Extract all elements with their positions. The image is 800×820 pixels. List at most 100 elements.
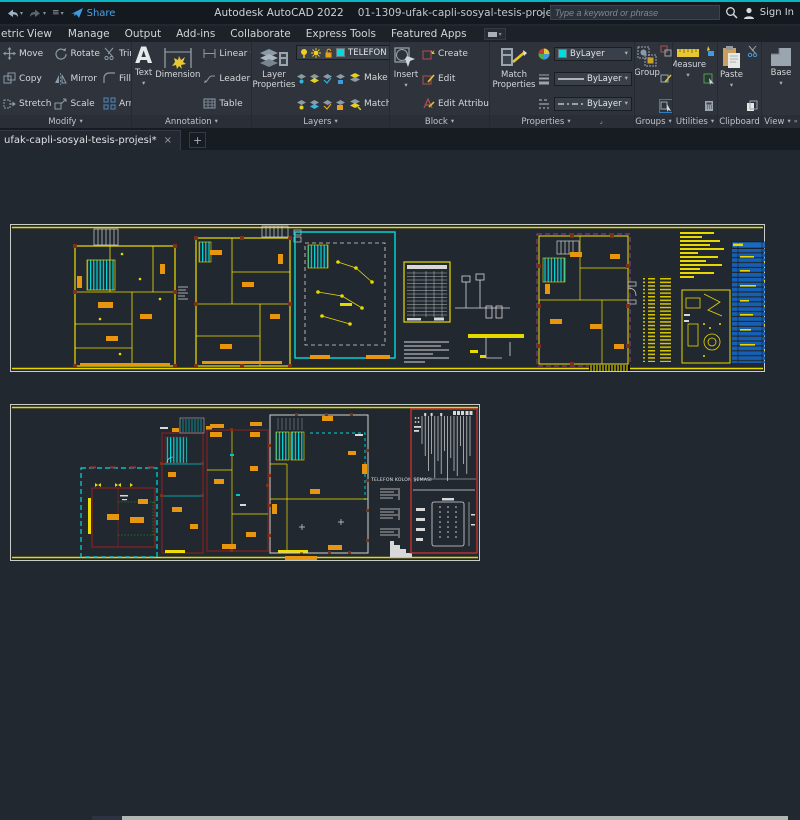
fillet-button[interactable]: Fillet▾ — [103, 70, 131, 87]
new-tab-button[interactable]: + — [189, 132, 206, 148]
leader-label: Leader — [219, 74, 250, 84]
text-button[interactable]: A Text ▾ — [135, 44, 152, 113]
ribbon-display-toggle[interactable]: ▾ — [484, 28, 506, 40]
group-edit-icon[interactable] — [660, 73, 672, 85]
tab-add-ins[interactable]: Add-ins — [175, 26, 216, 42]
modify-panel-caret-icon: ▾ — [79, 118, 82, 125]
group-selection-toggle-icon[interactable] — [660, 100, 672, 112]
create-block-button[interactable]: Create — [422, 45, 489, 62]
copy-clip-icon[interactable] — [746, 100, 759, 112]
ribbon-toggle-icon — [488, 31, 497, 38]
properties-panel-caret-icon: ▾ — [567, 118, 570, 125]
layer-thaw-icon — [311, 48, 321, 58]
search-icon[interactable] — [725, 6, 738, 19]
redo-caret-icon: ▾ — [43, 10, 46, 17]
block-panel-label[interactable]: Block▾ — [390, 115, 489, 128]
base-button[interactable]: Base ▾ — [767, 44, 795, 113]
tab-express-tools[interactable]: Express Tools — [305, 26, 377, 42]
ungroup-icon[interactable] — [660, 45, 672, 57]
share-button[interactable]: Share — [68, 6, 118, 20]
match-properties-button[interactable]: Match Properties — [493, 44, 535, 113]
lineweight-row: ByLayer▾ — [538, 70, 632, 87]
lineweight-dropdown[interactable]: ByLayer▾ — [554, 72, 632, 86]
paste-button[interactable]: Paste ▾ — [720, 44, 743, 113]
copy-button[interactable]: Copy — [3, 70, 51, 87]
clipboard-panel-label[interactable]: Clipboard — [718, 115, 761, 128]
make-current-button[interactable]: Make Current — [296, 69, 389, 86]
insert-button[interactable]: Insert ▾ — [393, 44, 419, 113]
layers-panel-label[interactable]: Layers▾ — [252, 115, 389, 128]
utilities-panel-label[interactable]: Utilities▾ — [673, 115, 717, 128]
mirror-icon — [54, 72, 67, 85]
modify-panel-label[interactable]: Modify▾ — [0, 115, 131, 128]
stretch-icon — [3, 97, 16, 110]
table-button[interactable]: Table — [203, 95, 251, 112]
measure-button[interactable]: Measure ▾ — [675, 44, 701, 113]
search-input[interactable] — [550, 5, 720, 20]
layer-dropdown[interactable]: TELEFON ▾ — [296, 45, 389, 60]
tab-view[interactable]: View — [26, 26, 53, 42]
layer-state-icon — [335, 72, 346, 84]
linetype-dropdown[interactable]: ByLayer▾ — [554, 97, 632, 111]
linear-button[interactable]: Linear▾ — [203, 45, 251, 62]
quick-select-icon[interactable] — [703, 73, 715, 85]
lineweight-value: ByLayer — [587, 74, 622, 84]
cut-icon[interactable] — [746, 45, 759, 57]
title-bar: ▾ ▾ ≡ ▾ Share Autodesk AutoCAD 202201-13… — [0, 0, 800, 24]
file-tab-close-icon[interactable]: × — [164, 135, 172, 146]
scale-button[interactable]: Scale — [54, 95, 99, 112]
drawing-canvas[interactable]: TELEFON KOLON ŞEMASI — [0, 150, 800, 820]
undo-caret-icon: ▾ — [20, 10, 23, 17]
base-caret-icon: ▾ — [779, 80, 782, 87]
tab-collaborate[interactable]: Collaborate — [229, 26, 291, 42]
tab-output[interactable]: Output — [124, 26, 162, 42]
terminal-block-detail — [416, 498, 475, 546]
measure-caret-icon: ▾ — [686, 72, 689, 79]
object-color-dropdown[interactable]: ByLayer▾ — [554, 47, 632, 61]
lineweight-sample — [558, 77, 584, 81]
groups-panel-label[interactable]: Groups▾ — [635, 115, 672, 128]
file-tab-active[interactable]: ufak-capli-sosyal-tesis-projesi* × — [0, 130, 181, 150]
kolon-semasi-group: TELEFON KOLON ŞEMASI — [370, 477, 476, 557]
sign-in-button[interactable]: Sign In — [760, 7, 794, 18]
search-expand-icon[interactable]: ▸ — [541, 9, 545, 17]
object-color-swatch — [558, 49, 567, 58]
properties-panel-label[interactable]: Properties▾⌟ — [490, 115, 634, 128]
id-point-icon[interactable] — [703, 45, 715, 57]
leader-button[interactable]: Leader▾ — [203, 70, 251, 87]
telephone-schedule-table — [404, 262, 450, 322]
make-current-icon — [349, 72, 361, 84]
stretch-button[interactable]: Stretch — [3, 95, 51, 112]
current-layer-name: TELEFON — [348, 48, 387, 58]
group-button[interactable]: Group — [636, 44, 658, 113]
properties-expander-icon[interactable]: ⌟ — [600, 118, 603, 125]
trim-button[interactable]: Trim▾ — [103, 45, 131, 62]
layer-color-swatch — [336, 48, 345, 57]
quick-calculator-icon[interactable] — [703, 100, 715, 112]
dimension-button[interactable]: Dimension — [155, 44, 200, 113]
user-icon[interactable] — [743, 7, 755, 19]
view-panel-label-text: View — [764, 117, 784, 127]
annotation-panel-label[interactable]: Annotation▾ — [132, 115, 251, 128]
layer-properties-button[interactable]: Layer Properties — [255, 44, 293, 113]
edit-block-button[interactable]: Edit — [422, 70, 489, 87]
rotate-button[interactable]: Rotate — [54, 45, 99, 62]
insert-label: Insert — [394, 71, 418, 81]
text-label: Text — [135, 69, 152, 79]
panel-clipboard: Paste ▾ Clipboard — [718, 42, 762, 128]
object-color-value: ByLayer — [570, 49, 605, 59]
customize-qat-button[interactable]: ≡ ▾ — [50, 7, 66, 19]
tab-manage[interactable]: Manage — [67, 26, 111, 42]
array-button[interactable]: Array▾ — [103, 95, 131, 112]
tab-featured-apps[interactable]: Featured Apps — [390, 26, 468, 42]
layer-state-icon — [322, 72, 333, 84]
undo-button[interactable]: ▾ — [4, 7, 25, 20]
mirror-label: Mirror — [70, 74, 97, 84]
tab-parametric[interactable]: etric — [0, 26, 16, 42]
move-button[interactable]: Move — [3, 45, 51, 62]
edit-attributes-button[interactable]: Edit Attributes▾ — [422, 95, 489, 112]
view-panel-label[interactable]: View▾» — [762, 115, 800, 128]
mirror-button[interactable]: Mirror — [54, 70, 99, 87]
redo-button[interactable]: ▾ — [27, 7, 48, 20]
match-layer-button[interactable]: Match Layer — [296, 95, 389, 112]
